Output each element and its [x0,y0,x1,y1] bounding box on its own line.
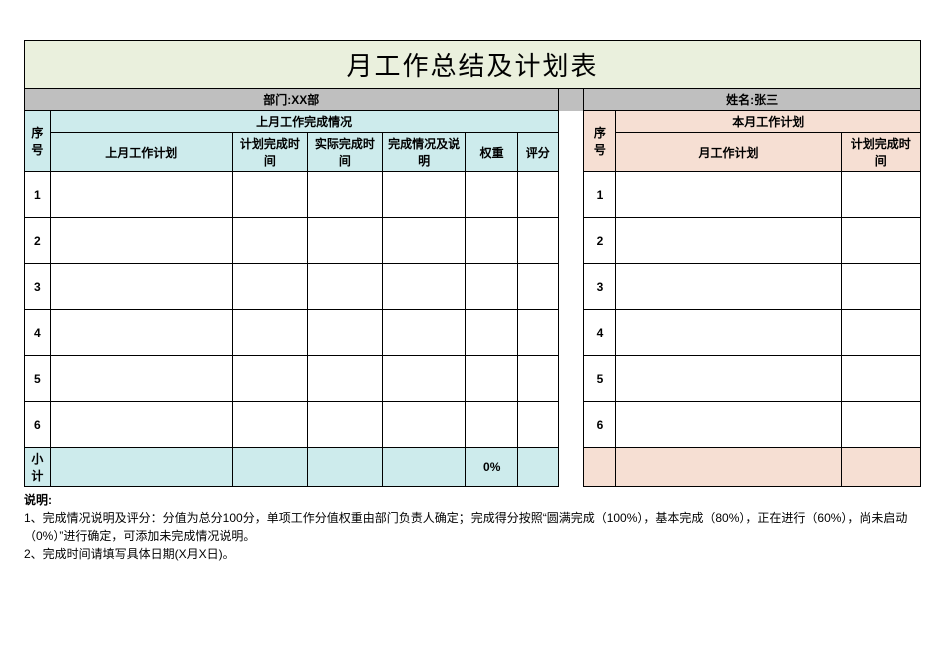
cell-weight[interactable] [466,264,517,310]
cell-last-plan[interactable] [50,172,232,218]
cell-month-plan[interactable] [616,402,841,448]
notes-title: 说明: [24,491,921,509]
cell-weight[interactable] [466,402,517,448]
row-idx-left: 5 [25,356,51,402]
hdr-score: 评分 [517,133,558,172]
cell-weight[interactable] [466,310,517,356]
cell-actual-time[interactable] [307,264,382,310]
row-idx-right: 6 [584,402,616,448]
cell-score[interactable] [517,310,558,356]
row-idx-left: 4 [25,310,51,356]
cell-plan-time-2[interactable] [841,264,920,310]
hdr-section-right: 本月工作计划 [616,111,921,133]
cell-weight[interactable] [466,356,517,402]
cell-plan-time[interactable] [232,310,307,356]
cell-actual-time[interactable] [307,310,382,356]
cell-month-plan[interactable] [616,356,841,402]
hdr-index-left: 序号 [25,111,51,172]
row-idx-right: 3 [584,264,616,310]
cell-done-desc[interactable] [382,402,466,448]
cell-done-desc[interactable] [382,264,466,310]
hdr-last-plan: 上月工作计划 [50,133,232,172]
row-idx-left: 3 [25,264,51,310]
cell-month-plan[interactable] [616,218,841,264]
cell-done-desc[interactable] [382,356,466,402]
cell-done-desc[interactable] [382,218,466,264]
cell-score[interactable] [517,218,558,264]
notes-line: 2、完成时间请填写具体日期(X月X日)。 [24,545,921,563]
cell-month-plan[interactable] [616,264,841,310]
cell-actual-time[interactable] [307,172,382,218]
cell-plan-time-2[interactable] [841,172,920,218]
cell-last-plan[interactable] [50,264,232,310]
cell-plan-time-2[interactable] [841,402,920,448]
page-title: 月工作总结及计划表 [25,41,921,89]
dept-meta: 部门:XX部 [25,89,559,111]
row-idx-left: 2 [25,218,51,264]
cell-score[interactable] [517,356,558,402]
cell-score[interactable] [517,402,558,448]
cell-plan-time-2[interactable] [841,218,920,264]
name-meta: 姓名:张三 [584,89,921,111]
row-idx-left: 1 [25,172,51,218]
cell-plan-time[interactable] [232,264,307,310]
cell-weight[interactable] [466,172,517,218]
row-idx-right: 1 [584,172,616,218]
cell-month-plan[interactable] [616,310,841,356]
cell-last-plan[interactable] [50,218,232,264]
hdr-weight: 权重 [466,133,517,172]
cell-last-plan[interactable] [50,310,232,356]
work-summary-table: 月工作总结及计划表 部门:XX部 姓名:张三 序号 上月工作完成情况 序号 本月… [24,40,921,487]
hdr-section-left: 上月工作完成情况 [50,111,558,133]
row-idx-left: 6 [25,402,51,448]
cell-done-desc[interactable] [382,172,466,218]
cell-actual-time[interactable] [307,356,382,402]
cell-actual-time[interactable] [307,402,382,448]
cell-plan-time[interactable] [232,402,307,448]
row-idx-right: 4 [584,310,616,356]
hdr-plan-time: 计划完成时间 [232,133,307,172]
cell-weight[interactable] [466,218,517,264]
cell-last-plan[interactable] [50,402,232,448]
hdr-actual-time: 实际完成时间 [307,133,382,172]
cell-plan-time[interactable] [232,356,307,402]
cell-score[interactable] [517,172,558,218]
hdr-plan-time-2: 计划完成时间 [841,133,920,172]
hdr-done-desc: 完成情况及说明 [382,133,466,172]
subtotal-label-left: 小计 [25,448,51,487]
cell-plan-time[interactable] [232,218,307,264]
notes-line: 1、完成情况说明及评分：分值为总分100分，单项工作分值权重由部门负责人确定；完… [24,509,921,545]
row-idx-right: 5 [584,356,616,402]
subtotal-weight: 0% [466,448,517,487]
cell-plan-time[interactable] [232,172,307,218]
cell-last-plan[interactable] [50,356,232,402]
cell-done-desc[interactable] [382,310,466,356]
cell-month-plan[interactable] [616,172,841,218]
cell-actual-time[interactable] [307,218,382,264]
hdr-month-plan: 月工作计划 [616,133,841,172]
cell-plan-time-2[interactable] [841,356,920,402]
notes-block: 说明: 1、完成情况说明及评分：分值为总分100分，单项工作分值权重由部门负责人… [24,487,921,563]
cell-plan-time-2[interactable] [841,310,920,356]
hdr-index-right: 序号 [584,111,616,172]
cell-score[interactable] [517,264,558,310]
row-idx-right: 2 [584,218,616,264]
